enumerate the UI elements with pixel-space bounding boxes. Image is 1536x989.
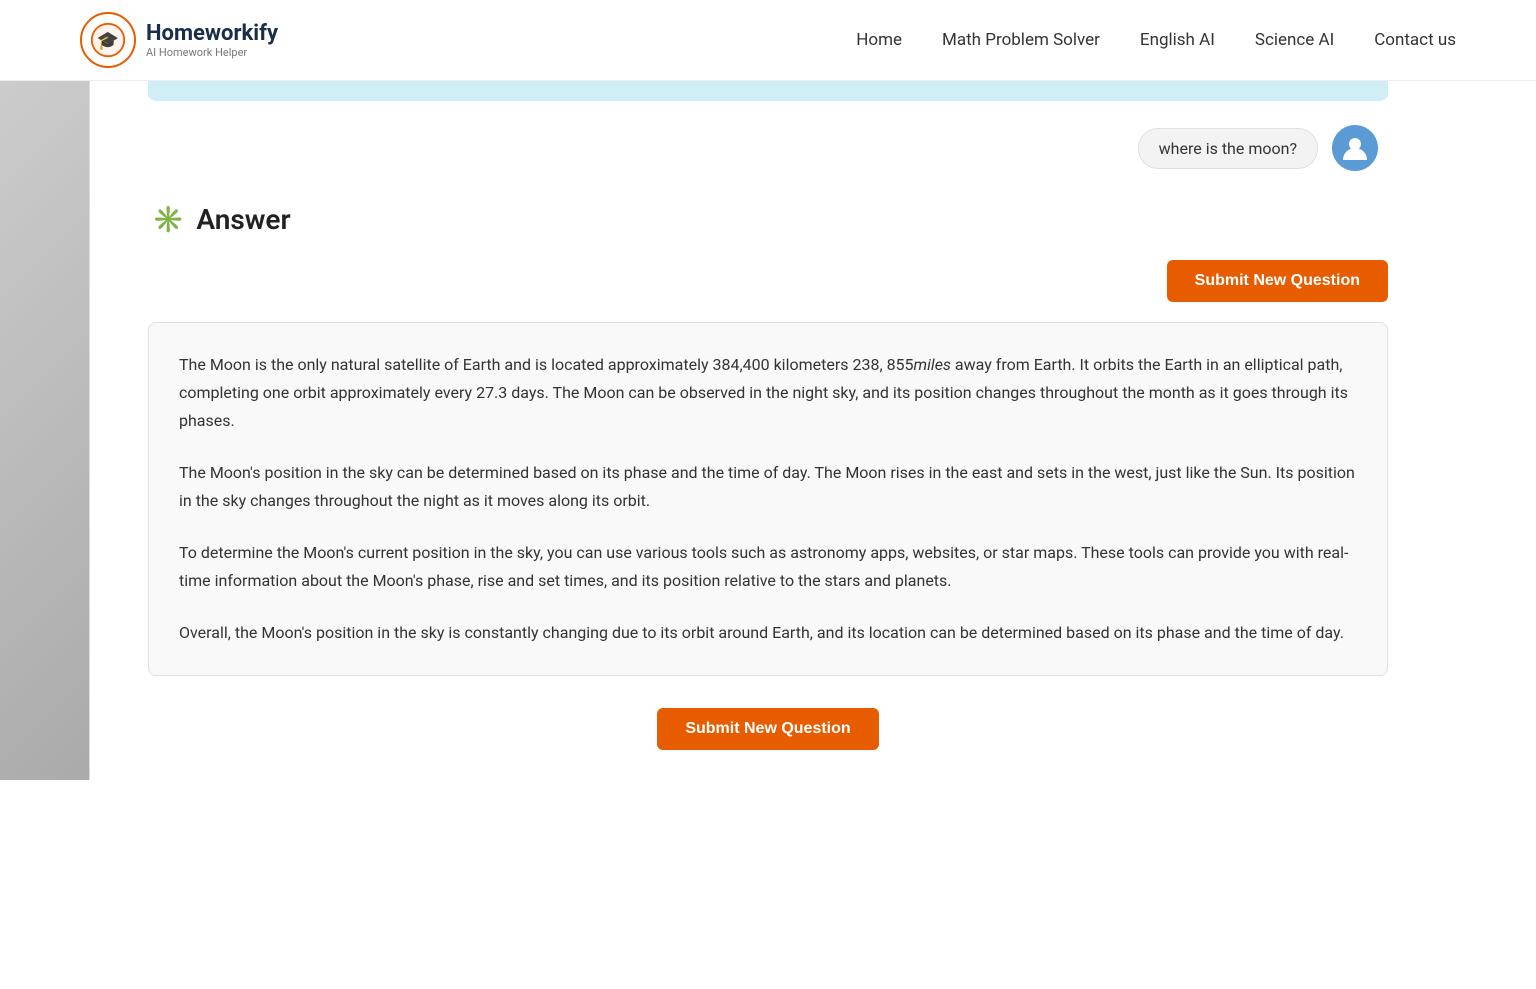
nav-contact[interactable]: Contact us xyxy=(1374,30,1456,50)
submit-btn-row-top: Submit New Question xyxy=(148,260,1388,302)
logo-icon: 🎓 xyxy=(90,22,126,58)
nav-math[interactable]: Math Problem Solver xyxy=(942,30,1100,50)
answer-paragraph-4: Overall, the Moon's position in the sky … xyxy=(179,619,1357,647)
logo-text: Homeworkify AI Homework Helper xyxy=(146,21,278,59)
math-value: 238, 855miles xyxy=(852,355,950,374)
submit-new-question-button-top[interactable]: Submit New Question xyxy=(1167,260,1388,302)
answer-header: ✳️ Answer xyxy=(148,203,1388,236)
nav-home[interactable]: Home xyxy=(856,30,902,50)
top-bar xyxy=(148,81,1388,101)
user-avatar xyxy=(1332,125,1378,171)
main-content: where is the moon? ✳️ Answer Submit New … xyxy=(108,81,1428,750)
submit-btn-row-bottom: Submit New Question xyxy=(148,708,1388,750)
answer-icon: ✳️ xyxy=(152,205,184,235)
header: 🎓 Homeworkify AI Homework Helper Home Ma… xyxy=(0,0,1536,81)
user-question-row: where is the moon? xyxy=(148,125,1388,171)
main-nav: Home Math Problem Solver English AI Scie… xyxy=(856,30,1456,50)
nav-english[interactable]: English AI xyxy=(1140,30,1215,50)
sidebar-image xyxy=(0,80,89,780)
sidebar-left xyxy=(0,80,90,780)
avatar-icon xyxy=(1340,133,1370,163)
answer-box: The Moon is the only natural satellite o… xyxy=(148,322,1388,676)
svg-text:🎓: 🎓 xyxy=(97,30,119,51)
answer-paragraph-3: To determine the Moon's current position… xyxy=(179,539,1357,595)
answer-title: Answer xyxy=(196,203,290,236)
user-question-bubble: where is the moon? xyxy=(1138,128,1318,169)
site-name: Homeworkify xyxy=(146,21,278,46)
logo-area: 🎓 Homeworkify AI Homework Helper xyxy=(80,12,278,68)
submit-new-question-button-bottom[interactable]: Submit New Question xyxy=(657,708,878,750)
nav-science[interactable]: Science AI xyxy=(1255,30,1334,50)
answer-paragraph-2: The Moon's position in the sky can be de… xyxy=(179,459,1357,515)
user-question-text: where is the moon? xyxy=(1159,139,1297,158)
site-tagline: AI Homework Helper xyxy=(146,46,278,59)
answer-paragraph-1: The Moon is the only natural satellite o… xyxy=(179,351,1357,435)
logo-circle: 🎓 xyxy=(80,12,136,68)
